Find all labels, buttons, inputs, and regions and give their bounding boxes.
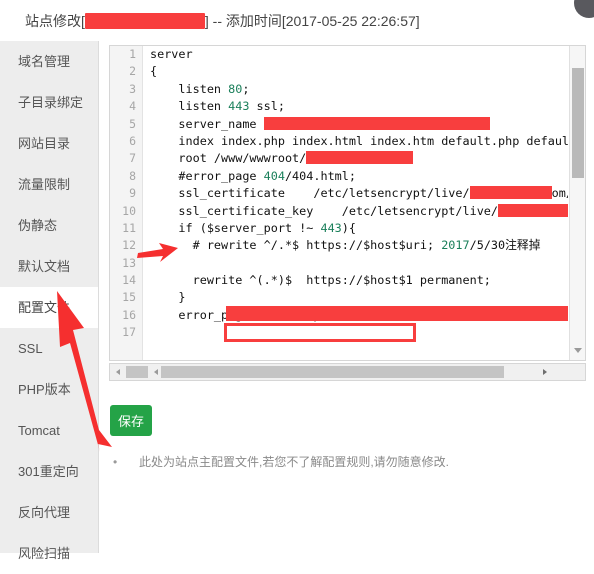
code-line: listen 80; xyxy=(144,81,568,98)
code-line: server xyxy=(150,47,193,61)
code-line-text: if ($server_port !~ xyxy=(150,220,321,235)
sidebar-item-default-doc[interactable]: 默认文档 xyxy=(0,246,98,287)
code-line-tail: ; xyxy=(242,81,250,96)
code-line: listen 443 ssl; xyxy=(144,98,568,115)
line-number: 2 xyxy=(129,64,136,79)
highlight-box-rewrite-rule xyxy=(224,323,416,342)
code-line-text: root /www/wwwroot/ xyxy=(150,151,307,166)
bullet-icon: • xyxy=(113,455,118,469)
circle-avatar-icon[interactable] xyxy=(574,0,594,18)
config-note-text: 此处为站点主配置文件,若您不了解配置规则,请勿随意修改. xyxy=(139,455,450,469)
triangle-left-icon[interactable] xyxy=(111,365,125,379)
redacted-domain xyxy=(84,13,205,30)
editor-vertical-scrollbar[interactable]: triangle-up-icon xyxy=(569,46,585,360)
code-line-tail: /5/30注释掉 xyxy=(469,238,541,253)
triangle-right-icon[interactable] xyxy=(538,365,552,379)
save-button[interactable]: 保存 xyxy=(110,405,152,436)
code-line-text: listen xyxy=(150,99,229,114)
editor-horizontal-scroll-thumb[interactable] xyxy=(161,366,504,378)
sidebar-item-traffic-limit[interactable]: 流量限制 xyxy=(0,164,98,205)
code-line: root /www/wwwroot/ xyxy=(144,150,568,167)
code-line-tail: /404.html; xyxy=(284,168,356,183)
code-line-tail: om/fullchain xyxy=(551,186,568,201)
code-line: } xyxy=(150,290,186,305)
content-panel: 1 2 3 4 5 6 7 8 9 10 11 12 13 14 15 16 1… xyxy=(100,41,594,553)
sidebar-item-301-redirect[interactable]: 301重定向 xyxy=(0,451,98,492)
code-line: ssl_certificate_key /etc/letsencrypt/liv… xyxy=(144,203,568,220)
sidebar-item-reverse-proxy[interactable]: 反向代理 xyxy=(0,492,98,533)
line-number: 3 xyxy=(129,81,136,96)
page-header: 站点修改[ ] -- 添加时间[2017-05-25 22:26:57] xyxy=(0,0,594,41)
line-number: 4 xyxy=(129,99,136,114)
editor-vertical-scroll-thumb[interactable] xyxy=(572,68,584,178)
editor-horizontal-scrollbar[interactable] xyxy=(109,363,586,381)
line-number: 13 xyxy=(122,255,136,270)
code-number: 80 xyxy=(228,81,243,96)
page-title: 站点修改[ ] -- 添加时间[2017-05-25 22:26:57] xyxy=(25,11,420,31)
line-number: 1 xyxy=(129,47,136,61)
config-file-editor[interactable]: 1 2 3 4 5 6 7 8 9 10 11 12 13 14 15 16 1… xyxy=(109,45,586,361)
config-note: • 此处为站点主配置文件,若您不了解配置规则,请勿随意修改. xyxy=(113,453,449,470)
code-line-text: ssl_certificate /etc/letsencrypt/live/ xyxy=(150,186,470,201)
line-number: 17 xyxy=(122,325,136,340)
line-number: 8 xyxy=(129,168,136,183)
gutter-scroll-thumb[interactable] xyxy=(126,366,148,378)
code-text-area[interactable]: server { listen 80; listen 443 ssl; serv… xyxy=(144,46,568,360)
code-line: index index.php index.html index.htm def… xyxy=(178,133,568,148)
line-number: 14 xyxy=(122,273,136,288)
sidebar-item-ssl[interactable]: SSL xyxy=(0,328,98,369)
line-number: 9 xyxy=(129,186,136,201)
code-line: #error_page 404/404.html; xyxy=(144,168,568,185)
line-number: 6 xyxy=(129,133,136,148)
redacted-root-path xyxy=(306,151,414,165)
code-line-text: #error_page xyxy=(150,168,264,183)
code-line: ssl_certificate /etc/letsencrypt/live/om… xyxy=(144,185,568,202)
triangle-down-icon[interactable] xyxy=(570,342,586,358)
sidebar-item-php-version[interactable]: PHP版本 xyxy=(0,369,98,410)
code-line: if ($server_port !~ 443){ xyxy=(144,220,568,237)
code-line-text: server_name xyxy=(150,116,264,131)
code-line-tail: ssl; xyxy=(249,99,285,114)
triangle-up-icon[interactable]: triangle-up-icon xyxy=(570,48,586,64)
line-number-gutter: 1 2 3 4 5 6 7 8 9 10 11 12 13 14 15 16 1… xyxy=(110,46,143,360)
code-comment-date: 2017 xyxy=(441,238,470,253)
code-number: 443 xyxy=(320,220,342,235)
code-line: { xyxy=(150,64,158,79)
sidebar-item-tomcat[interactable]: Tomcat xyxy=(0,410,98,451)
line-number: 10 xyxy=(122,203,136,218)
sidebar-item-risk-scan[interactable]: 风险扫描 xyxy=(0,533,98,574)
line-number: 16 xyxy=(122,307,136,322)
redacted-rewrite-line xyxy=(226,306,568,321)
line-number: 15 xyxy=(122,290,136,305)
code-line-text: # rewrite ^/.*$ https://$host$uri; xyxy=(150,238,442,253)
sidebar-item-domain[interactable]: 域名管理 xyxy=(0,41,98,82)
sidebar-item-subdirectory[interactable]: 子目录绑定 xyxy=(0,82,98,123)
sidebar-item-config-file[interactable]: 配置文件 xyxy=(0,287,98,328)
code-number: 404 xyxy=(263,168,285,183)
sidebar-item-rewrite[interactable]: 伪静态 xyxy=(0,205,98,246)
sidebar: 域名管理 子目录绑定 网站目录 流量限制 伪静态 默认文档 配置文件 SSL P… xyxy=(0,41,99,561)
line-number: 7 xyxy=(129,151,136,166)
redacted-server-name xyxy=(263,116,490,130)
sidebar-item-webdir[interactable]: 网站目录 xyxy=(0,123,98,164)
page-title-suffix: ] -- 添加时间[2017-05-25 22:26:57] xyxy=(204,13,420,29)
redacted-key-domain xyxy=(498,203,568,217)
page-title-prefix: 站点修改[ xyxy=(25,13,85,29)
redacted-cert-domain xyxy=(469,186,552,200)
code-number: 443 xyxy=(228,99,250,114)
code-line: server_name xyxy=(144,116,568,133)
code-line-text: listen xyxy=(150,81,229,96)
line-number: 12 xyxy=(122,238,136,253)
code-line: # rewrite ^/.*$ https://$host$uri; 2017/… xyxy=(144,237,568,254)
code-line: rewrite ^(.*)$ https://$host$1 permanent… xyxy=(150,273,491,288)
line-number: 11 xyxy=(122,220,136,235)
code-line-tail: ){ xyxy=(341,220,356,235)
code-line-text: ssl_certificate_key /etc/letsencrypt/liv… xyxy=(150,203,499,218)
line-number: 5 xyxy=(129,116,136,131)
